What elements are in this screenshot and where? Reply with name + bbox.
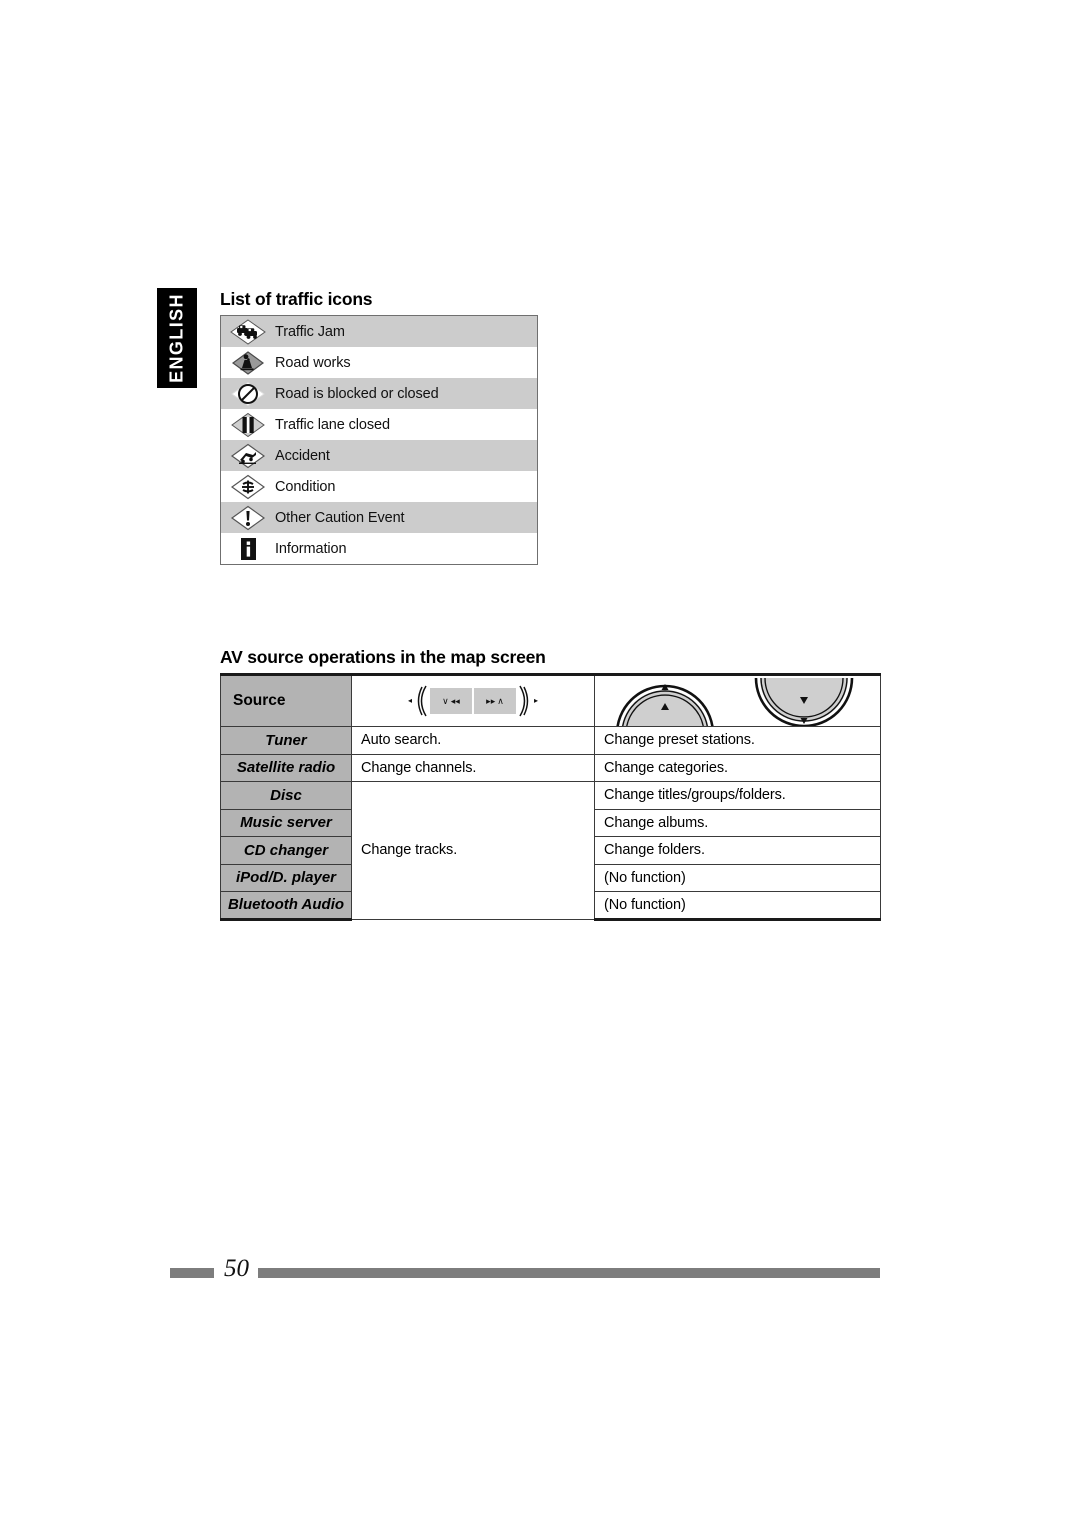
dial-desc-cd-changer: Change folders. [594,836,881,865]
dial-desc-satellite-radio: Change categories. [594,753,881,782]
source-label-cd-changer: CD changer [220,836,352,865]
traffic-row-label: Traffic lane closed [275,416,390,433]
table-row: Disc Change tracks. Change titles/groups… [220,781,881,920]
traffic-row-label: Road is blocked or closed [275,385,439,402]
footer-rule-left [170,1268,214,1278]
dial-desc-music-server: Change albums. [594,808,881,837]
left-caret-icon: ◂ [407,696,412,705]
road-blocked-icon [221,381,275,407]
accident-icon [221,443,275,469]
information-icon [221,536,275,562]
source-label-ipod: iPod/D. player [220,863,352,892]
av-source-heading: AV source operations in the map screen [220,647,546,667]
source-label-satellite-radio: Satellite radio [220,753,352,782]
table-row: Condition [221,471,537,502]
table-row: Information [221,533,537,564]
seek-buttons-column-header: ◂ ∨ ◂◂ ▸▸ ∧ ▸ [351,673,595,727]
right-caret-icon: ▸ [534,696,539,705]
footer-rule-right [258,1268,880,1278]
source-label-music-server: Music server [220,808,352,837]
seek-down-button: ∨ ◂◂ [430,688,472,714]
source-label-disc: Disc [220,781,352,810]
traffic-jam-icon [221,318,275,345]
seek-track-buttons-icon: ◂ ∨ ◂◂ ▸▸ ∧ ▸ [408,684,538,718]
seek-desc-satellite-radio: Change channels. [351,753,595,782]
table-row: Road works [221,347,537,378]
dial-desc-tuner: Change preset stations. [594,726,881,755]
dial-up-button-icon [613,684,718,726]
language-tab-label: ENGLISH [166,293,187,383]
table-header-row: Source ◂ ∨ ◂◂ ▸▸ ∧ ▸ [220,673,881,727]
table-row: Accident [221,440,537,471]
table-row: Tuner Auto search. Change preset station… [220,726,881,755]
other-caution-event-icon [221,505,275,531]
traffic-row-label: Information [275,540,347,557]
source-label-tuner: Tuner [220,726,352,755]
seek-desc-merged: Change tracks. [351,781,595,920]
right-arc-icon [519,685,529,717]
dial-desc-disc: Change titles/groups/folders. [594,781,881,810]
dial-desc-ipod: (No function) [594,863,881,892]
table-row: Traffic Jam [221,316,537,347]
traffic-row-label: Accident [275,447,330,464]
table-row: Road is blocked or closed [221,378,537,409]
road-works-icon [221,350,275,376]
source-header-label: Source [233,692,286,709]
table-row: Satellite radio Change channels. Change … [220,753,881,782]
dial-buttons-column-header [594,673,881,727]
table-row: Other Caution Event [221,502,537,533]
traffic-icons-heading: List of traffic icons [220,289,373,309]
lane-closed-icon [221,412,275,438]
up-down-dial-buttons-icon [613,677,880,726]
seek-desc-tuner: Auto search. [351,726,595,755]
traffic-row-label: Other Caution Event [275,509,405,526]
seek-up-button: ▸▸ ∧ [474,688,516,714]
page-number: 50 [224,1255,249,1282]
traffic-row-label: Traffic Jam [275,323,345,340]
condition-icon [221,474,275,500]
source-label-bluetooth-audio: Bluetooth Audio [220,891,352,921]
traffic-row-label: Condition [275,478,336,495]
table-row: Traffic lane closed [221,409,537,440]
source-column-header: Source [220,673,352,727]
traffic-row-label: Road works [275,354,351,371]
dial-desc-bluetooth-audio: (No function) [594,891,881,921]
left-arc-icon [417,685,427,717]
dial-down-button-icon [752,677,857,726]
language-tab: ENGLISH [157,288,197,388]
av-source-operations-table: Source ◂ ∨ ◂◂ ▸▸ ∧ ▸ Tuner Auto search. … [220,673,881,921]
traffic-icons-table: Traffic Jam Road works Road is blocked o… [220,315,538,565]
